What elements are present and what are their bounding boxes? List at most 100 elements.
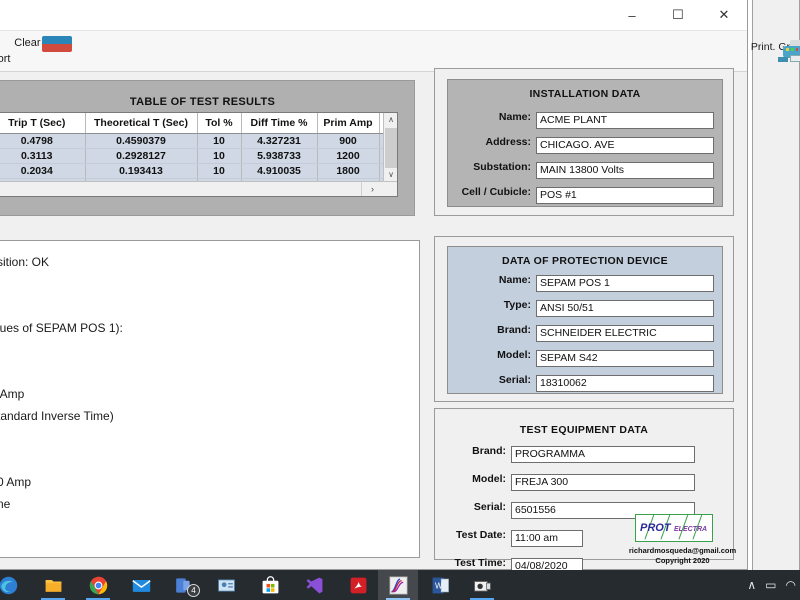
equipment-brand-row: Brand: xyxy=(472,444,695,463)
cell-prim-amp: 900 xyxy=(317,133,380,149)
column-header[interactable]: Prim Amp xyxy=(317,113,380,134)
device-model-label: Model: xyxy=(497,349,531,361)
equipment-model-input[interactable] xyxy=(511,473,695,491)
installation-address-label: Address: xyxy=(485,136,531,148)
table-header-row: Trip T (Sec) Theoretical T (Sec) Tol % D… xyxy=(0,113,397,134)
protelectra-logo: PROT ELECTRA xyxy=(635,514,713,542)
ribbon-toolbar: ort Clear Table xyxy=(0,31,747,72)
installation-cell-label: Cell / Cubicle: xyxy=(461,186,531,198)
taskbar-item-mail[interactable] xyxy=(121,570,161,600)
protection-device-title: DATA OF PROTECTION DEVICE xyxy=(502,255,668,267)
cell-diff-time: 4.910035 xyxy=(241,163,318,179)
device-brand-row: Brand: xyxy=(497,323,714,342)
vscode-icon xyxy=(305,576,324,595)
device-model-input[interactable] xyxy=(536,349,714,367)
camera-icon xyxy=(473,576,492,595)
protelectra-app-icon xyxy=(388,575,408,595)
logo-electra-text: ELECTRA xyxy=(674,526,708,533)
taskbar: 4 W ∧ ▭ ◠ xyxy=(0,570,800,600)
table-row: 0.4798 0.4590379 10 4.327231 900 ✔ xyxy=(0,133,397,149)
scrollbar-thumb[interactable] xyxy=(385,128,397,168)
device-name-input[interactable] xyxy=(536,274,714,292)
device-type-input[interactable] xyxy=(536,299,714,317)
chrome-icon xyxy=(89,576,108,595)
equipment-model-label: Model: xyxy=(472,473,506,485)
title-bar: – ☐ ✕ xyxy=(0,0,747,31)
installation-name-label: Name: xyxy=(498,111,531,123)
scroll-down-icon[interactable]: ∨ xyxy=(384,168,397,182)
taskbar-item-teams[interactable]: 4 xyxy=(162,570,202,600)
device-serial-row: Serial: xyxy=(499,373,714,392)
results-grid[interactable]: Trip T (Sec) Theoretical T (Sec) Tol % D… xyxy=(0,112,398,197)
equipment-test-date-label: Test Date: xyxy=(456,529,506,541)
device-serial-input[interactable] xyxy=(536,374,714,392)
taskbar-item-camera[interactable] xyxy=(462,570,502,600)
print-graphic-button[interactable]: Print. Graphic xyxy=(748,40,800,62)
svg-text:W: W xyxy=(434,581,442,590)
table-row: 0.2034 0.193413 10 4.910035 1800 ✔ xyxy=(0,163,397,179)
maximize-button[interactable]: ☐ xyxy=(655,0,701,30)
taskbar-item-protelectra-app[interactable] xyxy=(378,570,418,600)
cell-theoretical-t: 0.4590379 xyxy=(85,133,198,149)
background-window[interactable]: 10.00 xyxy=(752,0,800,570)
taskbar-item-contacts[interactable] xyxy=(206,570,246,600)
device-type-row: Type: xyxy=(504,298,714,317)
column-header[interactable]: Diff Time % xyxy=(241,113,318,134)
installation-substation-label: Substation: xyxy=(473,161,531,173)
close-button[interactable]: ✕ xyxy=(701,0,747,30)
cell-trip-t: 0.4798 xyxy=(0,133,86,149)
installation-data-title: INSTALLATION DATA xyxy=(529,88,641,100)
taskbar-item-microsoft-store[interactable] xyxy=(250,570,290,600)
tray-chevron-up-icon[interactable]: ∧ xyxy=(747,578,756,592)
tray-battery-icon[interactable]: ▭ xyxy=(765,578,776,592)
device-brand-input[interactable] xyxy=(536,324,714,342)
cell-prim-amp: 1200 xyxy=(317,148,380,164)
equipment-test-time-label: Test Time: xyxy=(454,557,506,569)
tray-wifi-icon[interactable]: ◠ xyxy=(786,578,796,592)
installation-cell-input[interactable] xyxy=(536,186,714,204)
scroll-right-icon[interactable]: › xyxy=(361,182,383,196)
column-header[interactable]: Tol % xyxy=(197,113,242,134)
installation-address-row: Address: xyxy=(485,135,714,154)
desktop: 10.00 – ☐ ✕ ort Clear Table Pri xyxy=(0,0,800,600)
installation-substation-row: Substation: xyxy=(473,160,714,179)
device-serial-label: Serial: xyxy=(498,374,531,386)
minimize-button[interactable]: – xyxy=(609,0,655,30)
taskbar-item-edge[interactable] xyxy=(0,570,28,600)
cell-prim-amp: 1800 xyxy=(317,163,380,179)
installation-name-input[interactable] xyxy=(536,111,714,129)
equipment-test-date-input[interactable] xyxy=(511,529,583,547)
cell-trip-t: 0.3113 xyxy=(0,148,86,164)
cell-trip-t: 0.2034 xyxy=(0,163,86,179)
taskbar-item-vscode[interactable] xyxy=(294,570,334,600)
installation-data-panel: INSTALLATION DATA Name: Address: Substat… xyxy=(447,79,723,207)
report-text: sition: OK lues of SEPAM POS 1): Amp tan… xyxy=(0,255,123,511)
device-type-label: Type: xyxy=(503,299,531,311)
cell-theoretical-t: 0.2928127 xyxy=(85,148,198,164)
grid-vertical-scrollbar[interactable]: ∧ ∨ xyxy=(383,113,397,182)
equipment-serial-label: Serial: xyxy=(473,501,506,513)
taskbar-item-acrobat[interactable] xyxy=(338,570,378,600)
equipment-brand-input[interactable] xyxy=(511,445,695,463)
clear-table-button[interactable]: Clear Table xyxy=(12,36,72,52)
table-row: 0.3113 0.2928127 10 5.938733 1200 ✔ xyxy=(0,148,397,164)
taskbar-item-chrome[interactable] xyxy=(78,570,118,600)
report-textarea[interactable]: sition: OK lues of SEPAM POS 1): Amp tan… xyxy=(0,240,420,558)
taskbar-item-word[interactable]: W xyxy=(420,570,460,600)
column-header[interactable]: Trip T (Sec) xyxy=(0,113,86,134)
test-equipment-frame: TEST EQUIPMENT DATA Brand: Model: Serial… xyxy=(434,408,736,575)
installation-name-row: Name: xyxy=(499,110,714,129)
installation-address-input[interactable] xyxy=(536,136,714,154)
microsoft-store-icon xyxy=(261,575,280,595)
protection-device-frame: DATA OF PROTECTION DEVICE Name: Type: Br… xyxy=(434,236,734,402)
scroll-up-icon[interactable]: ∧ xyxy=(384,113,397,127)
grid-horizontal-scrollbar[interactable]: › xyxy=(0,181,397,196)
taskbar-item-file-explorer[interactable] xyxy=(33,570,73,600)
column-header[interactable]: Theoretical T (Sec) xyxy=(85,113,198,134)
contacts-icon xyxy=(217,576,236,595)
equipment-model-row: Model: xyxy=(472,472,695,491)
equipment-test-date-row: Test Date: xyxy=(456,528,583,547)
export-button[interactable]: ort xyxy=(0,53,24,65)
cell-tol: 10 xyxy=(197,163,242,179)
installation-substation-input[interactable] xyxy=(536,161,714,179)
